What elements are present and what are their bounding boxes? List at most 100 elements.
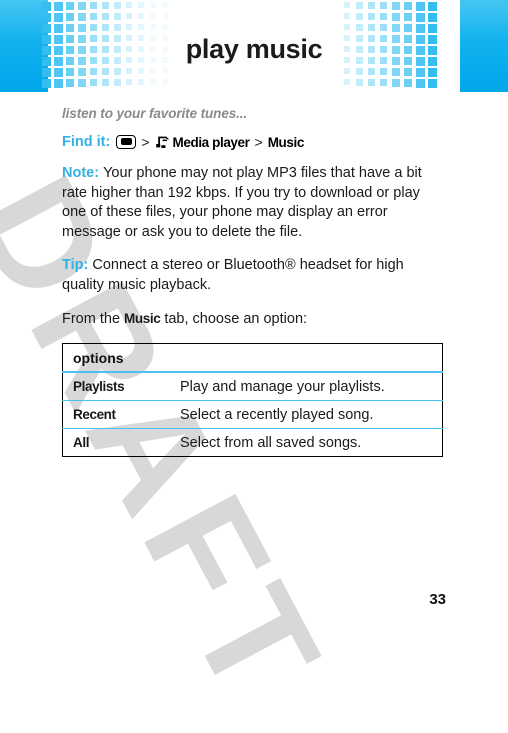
header-grid-square — [428, 79, 437, 88]
header-grid-square — [66, 79, 75, 88]
header-grid-square — [42, 68, 51, 77]
header-grid-square — [368, 79, 376, 87]
option-name: All — [73, 434, 90, 450]
header-grid-square — [114, 79, 121, 86]
options-table-head: options — [62, 343, 443, 373]
header-grid-square — [404, 13, 413, 22]
header-grid-square — [78, 24, 86, 32]
header-grid-square — [344, 79, 351, 86]
header-grid-square — [126, 24, 133, 31]
header-grid-square — [102, 24, 110, 32]
music-label: Music — [267, 134, 305, 150]
header-grid-square — [90, 24, 98, 32]
header-grid-square — [380, 79, 388, 87]
note-lead: Note: — [62, 165, 104, 181]
header-grid-square — [356, 68, 363, 75]
header-grid-square — [102, 68, 110, 76]
header-grid-square — [126, 13, 133, 20]
intro-before: From the — [62, 311, 125, 327]
option-name: Playlists — [73, 378, 125, 394]
header-grid-square — [114, 2, 121, 9]
header-grid-square — [54, 79, 63, 88]
header-grid-square — [102, 13, 110, 21]
header-grid-square — [150, 2, 157, 9]
header-grid-square — [368, 2, 376, 10]
option-name-cell: Playlists — [63, 372, 179, 401]
header-grid-square — [404, 24, 413, 33]
header-grid-square — [344, 2, 351, 9]
option-name-cell: Recent — [62, 400, 178, 429]
header-grid-square — [416, 79, 425, 88]
header-grid-square — [356, 24, 363, 31]
find-it-label: Find it: — [62, 134, 111, 150]
header-grid-square — [78, 2, 86, 10]
header-grid-square — [138, 79, 145, 86]
header-grid-square — [126, 79, 133, 86]
header-grid-square — [42, 2, 51, 11]
path-separator-2: > — [254, 134, 263, 150]
header-grid-square — [78, 13, 86, 21]
header-grid-square — [42, 24, 51, 33]
header-grid-square — [368, 24, 376, 32]
option-description: Select from all saved songs. — [178, 428, 443, 457]
header-grid-square — [380, 13, 388, 21]
header-grid-square — [368, 13, 376, 21]
intro-tab-name: Music — [124, 311, 161, 326]
header-grid-square — [126, 2, 133, 9]
header-grid-square — [404, 68, 413, 77]
header-grid-square — [380, 2, 388, 10]
header-grid-square — [356, 13, 363, 20]
header-grid-square — [356, 79, 363, 86]
header-grid-square — [392, 24, 400, 32]
header-grid-square — [90, 13, 98, 21]
header-grid-square — [138, 13, 145, 20]
tip-paragraph: Tip: Connect a stereo or Bluetooth® head… — [62, 256, 446, 295]
header-grid-square — [380, 24, 388, 32]
header-grid-square — [90, 2, 98, 10]
header-grid-square — [54, 68, 63, 77]
header-grid-square — [404, 2, 413, 11]
page-number: 33 — [429, 591, 446, 608]
header-grid-square — [66, 2, 75, 11]
header-grid-square — [428, 2, 437, 11]
note-body: Your phone may not play MP3 files that h… — [62, 165, 422, 240]
tip-lead: Tip: — [62, 257, 93, 273]
media-player-icon — [155, 135, 170, 150]
header-grid-square — [126, 68, 133, 75]
header-grid-square — [66, 13, 75, 22]
table-header-row: options — [62, 343, 443, 373]
options-table: options Playlists Play and manage your pl… — [62, 343, 443, 457]
table-row[interactable]: All Select from all saved songs. — [62, 428, 443, 457]
header-grid-square — [392, 13, 400, 21]
options-column-header: options — [62, 343, 443, 373]
header-grid-square — [114, 24, 121, 31]
intro-paragraph: From the Music tab, choose an option: — [62, 309, 446, 330]
header-grid-square — [428, 13, 437, 22]
page-content: listen to your favorite tunes... Find it… — [62, 106, 446, 344]
option-name: Recent — [73, 406, 116, 422]
header-grid-square — [428, 24, 437, 33]
find-it-path: Find it: > Media player > Music — [62, 134, 446, 150]
section-subtitle: listen to your favorite tunes... — [62, 106, 248, 121]
header-grid-square — [416, 2, 425, 11]
header-grid-square — [66, 68, 75, 77]
header-grid-square — [78, 68, 86, 76]
option-description: Select a recently played song. — [178, 400, 443, 429]
header-grid-square — [368, 68, 376, 76]
page-title: play music — [185, 34, 323, 64]
header-grid-square — [150, 68, 157, 75]
header-grid-square — [102, 79, 110, 87]
table-row[interactable]: Recent Select a recently played song. — [62, 400, 443, 429]
header-grid-square — [150, 24, 157, 31]
header-grid-square — [42, 13, 51, 22]
header-grid-square — [150, 79, 157, 86]
table-row[interactable]: Playlists Play and manage your playlists. — [63, 372, 443, 401]
header-grid-square — [150, 13, 157, 20]
header-grid-square — [416, 24, 425, 33]
header-grid-square — [54, 13, 63, 22]
header-grid-square — [392, 79, 400, 87]
header-grid-square — [90, 79, 98, 87]
header-grid-square — [54, 24, 63, 33]
header-grid-square — [90, 68, 98, 76]
tip-body: Connect a stereo or Bluetooth® headset f… — [62, 257, 404, 293]
